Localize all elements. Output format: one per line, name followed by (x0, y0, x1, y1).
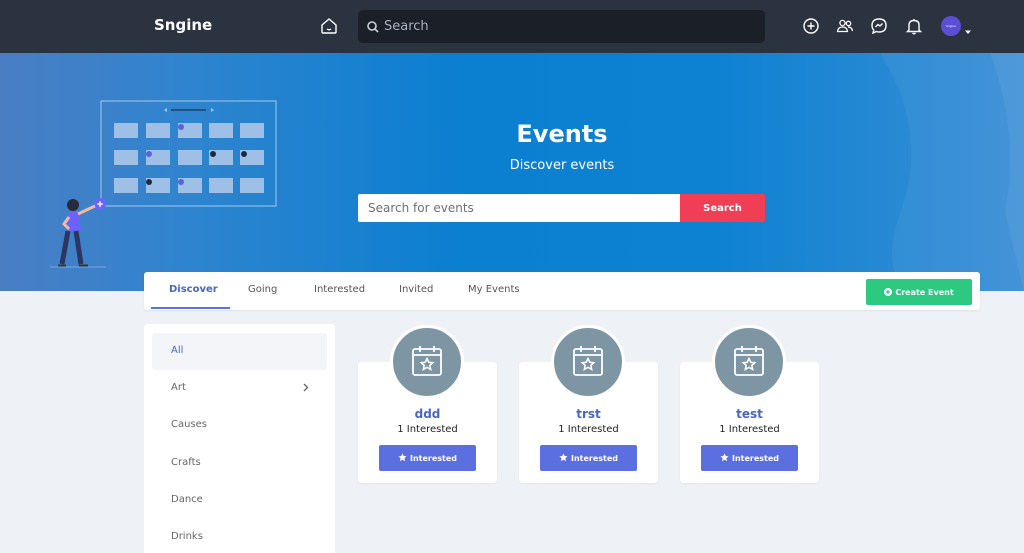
sidebar-item-label: All (171, 345, 184, 356)
sidebar-item-label: Causes (171, 419, 208, 430)
avatar-text: Sngine (945, 24, 957, 28)
sidebar-item-dance[interactable]: Dance (152, 482, 327, 519)
category-sidebar: All Art Causes Crafts Dance Drinks (144, 324, 335, 553)
sidebar-item-label: Art (171, 382, 186, 393)
active-tab-indicator (151, 307, 230, 309)
event-card[interactable]: ddd 1 Interested Interested (358, 325, 497, 483)
event-avatar (551, 325, 625, 399)
calendar-star-icon (573, 346, 603, 376)
top-navbar: Sngine Search Sngine (0, 0, 1024, 53)
home-icon[interactable] (318, 15, 340, 37)
interested-button-label: Interested (570, 454, 619, 463)
events-search-input[interactable] (358, 194, 680, 222)
tab-discover[interactable]: Discover (169, 284, 218, 295)
bell-icon[interactable] (904, 16, 924, 36)
sidebar-item-label: Drinks (171, 531, 203, 542)
chevron-down-icon[interactable] (964, 21, 972, 34)
event-interested-count: 1 Interested (558, 424, 619, 435)
tab-going[interactable]: Going (248, 284, 277, 295)
chevron-right-icon (302, 383, 309, 392)
sidebar-item-label: Crafts (171, 457, 201, 468)
sidebar-item-crafts[interactable]: Crafts (152, 445, 327, 482)
calendar-illustration (50, 100, 277, 268)
star-icon (559, 453, 568, 462)
navbar-search (358, 10, 765, 43)
calendar-star-icon (734, 346, 764, 376)
create-event-button[interactable]: Create Event (866, 279, 972, 305)
interested-button[interactable]: Interested (540, 445, 637, 471)
sidebar-item-drinks[interactable]: Drinks (152, 519, 327, 553)
star-icon (398, 453, 407, 462)
event-title[interactable]: test (680, 407, 819, 421)
calendar-star-icon (412, 346, 442, 376)
search-icon (366, 19, 380, 33)
tab-interested[interactable]: Interested (314, 284, 365, 295)
page-subtitle: Discover events (509, 158, 615, 173)
sidebar-item-art[interactable]: Art (152, 370, 327, 407)
events-search-button[interactable]: Search (680, 194, 765, 222)
navbar-search-input[interactable] (384, 10, 754, 43)
tab-my-events[interactable]: My Events (468, 284, 520, 295)
create-event-label: Create Event (895, 287, 954, 297)
event-card[interactable]: test 1 Interested Interested (680, 325, 819, 483)
event-title[interactable]: ddd (358, 407, 497, 421)
interested-button[interactable]: Interested (701, 445, 798, 471)
messenger-icon[interactable] (869, 16, 889, 36)
plus-circle-icon (884, 287, 893, 296)
interested-button-label: Interested (409, 454, 458, 463)
tab-invited[interactable]: Invited (399, 284, 433, 295)
interested-button-label: Interested (731, 454, 780, 463)
add-circle-icon[interactable] (801, 16, 821, 36)
events-tabs: Discover Going Interested Invited My Eve… (144, 272, 980, 310)
sidebar-item-label: Dance (171, 494, 203, 505)
sidebar-item-all[interactable]: All (152, 333, 327, 370)
hero-decor-wave (880, 53, 1024, 291)
event-avatar (712, 325, 786, 399)
event-avatar (390, 325, 464, 399)
sidebar-item-causes[interactable]: Causes (152, 407, 327, 444)
event-interested-count: 1 Interested (397, 424, 458, 435)
user-avatar[interactable]: Sngine (941, 16, 961, 36)
users-icon[interactable] (835, 16, 855, 36)
event-card[interactable]: trst 1 Interested Interested (519, 325, 658, 483)
site-logo[interactable]: Sngine (154, 16, 212, 34)
event-title[interactable]: trst (519, 407, 658, 421)
star-icon (720, 453, 729, 462)
event-interested-count: 1 Interested (719, 424, 780, 435)
interested-button[interactable]: Interested (379, 445, 476, 471)
page-title: Events (516, 120, 608, 148)
